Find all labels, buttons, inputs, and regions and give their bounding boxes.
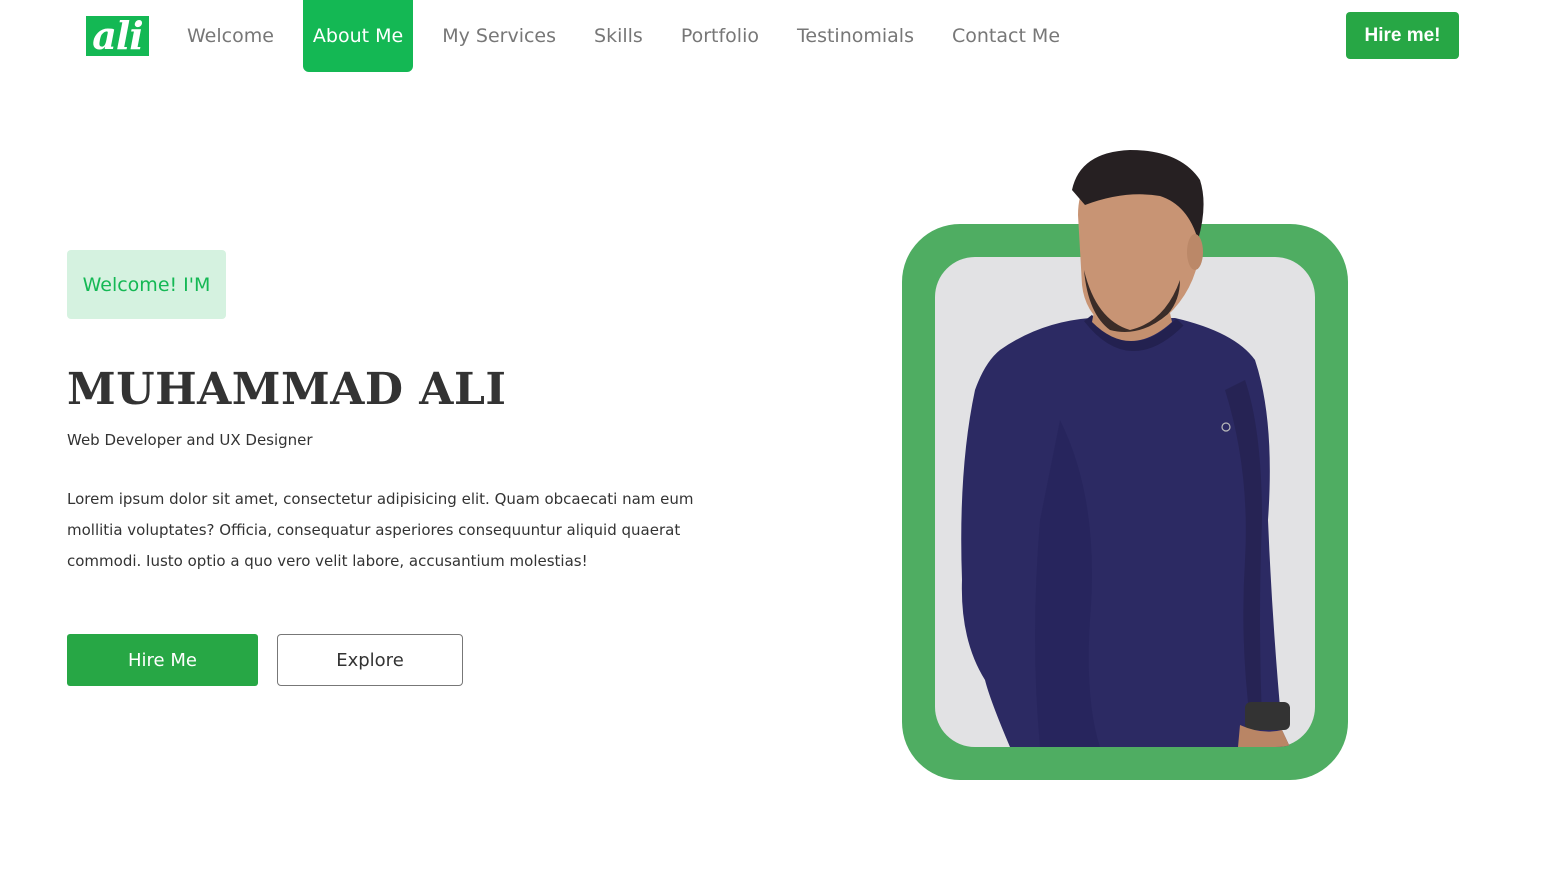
person-portrait-icon (961, 150, 1290, 747)
